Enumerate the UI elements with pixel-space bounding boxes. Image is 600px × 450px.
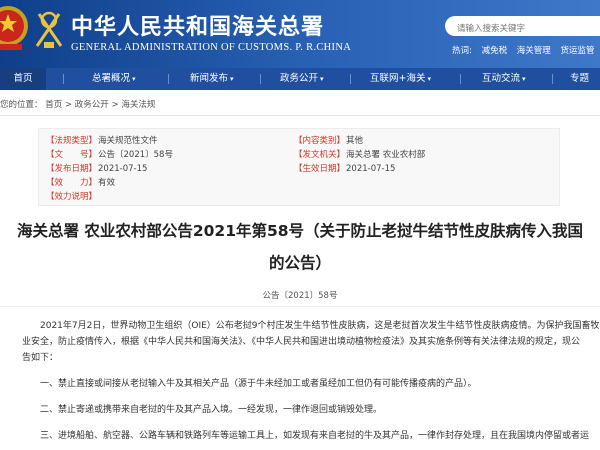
meta-key: 【生效日期】: [294, 164, 346, 174]
nav-divider: [168, 74, 169, 84]
article-item: 三、进境船舶、航空器、公路车辆和铁路列车等运输工具上，如发现有来自老挝的牛及其产…: [40, 431, 590, 441]
nav-item-label: 政务公开: [280, 73, 319, 84]
site-header: 中华人民共和国海关总署 GENERAL ADMINISTRATION OF CU…: [0, 0, 600, 68]
breadcrumb-link-gov-affairs[interactable]: 政务公开: [75, 100, 109, 110]
nav-item-label: 新闻发布: [190, 73, 229, 84]
meta-key: 【效力说明】: [46, 192, 98, 202]
nav-item-interaction[interactable]: 互动交流 ▾: [482, 68, 526, 90]
chevron-down-icon: ▾: [230, 75, 234, 83]
hot-word-link[interactable]: 货运监管: [561, 46, 595, 56]
hot-word-link[interactable]: 海关管理: [517, 46, 551, 56]
national-emblem-icon: [0, 6, 28, 50]
breadcrumb: 您的位置： 首页 > 政务公开 > 海关法规: [0, 98, 155, 110]
nav-item-home[interactable]: 首页: [0, 68, 46, 90]
meta-key: 【发布日期】: [46, 164, 98, 174]
meta-row: 【文 号】公告〔2021〕58号: [46, 148, 173, 160]
nav-item-label: 总署概况: [92, 73, 131, 84]
article-item: 一、禁止直接或间接从老挝输入牛及其相关产品（源于牛未经加工或者虽经加工但仍有可能…: [40, 379, 477, 389]
nav-divider: [460, 74, 461, 84]
nav-item-gov-affairs[interactable]: 政务公开 ▾: [280, 68, 324, 90]
chevron-down-icon: ▾: [522, 75, 526, 83]
customs-key-logo-icon: [35, 11, 63, 48]
meta-row: 【效 力】有效: [46, 176, 115, 188]
meta-key: 【发文机关】: [294, 150, 346, 160]
breadcrumb-separator: >: [111, 100, 119, 110]
meta-value: 2021-07-15: [346, 164, 396, 174]
chevron-down-icon: ▾: [132, 75, 136, 83]
paragraph-line: 2021年7月2日，世界动物卫生组织（OIE）公布老挝9个村庄发生牛结节性皮肤病…: [40, 321, 600, 331]
meta-row: 【效力说明】: [46, 190, 98, 202]
article-item: 二、禁止寄递或携带来自老挝的牛及其产品入境。一经发现，一律作退回或销毁处理。: [40, 405, 383, 415]
meta-row: 【法规类型】海关规范性文件: [46, 134, 158, 146]
chevron-down-icon: ▾: [320, 75, 324, 83]
meta-key: 【内容类别】: [294, 136, 346, 146]
nav-item-overview[interactable]: 总署概况 ▾: [92, 68, 136, 90]
breadcrumb-prefix: 您的位置：: [0, 100, 43, 110]
nav-divider: [552, 74, 553, 84]
meta-row: 【生效日期】2021-07-15: [294, 162, 395, 174]
meta-row: 【发布日期】2021-07-15: [46, 162, 147, 174]
meta-value: 海关总署 农业农村部: [346, 150, 426, 160]
nav-item-label: 互动交流: [482, 73, 521, 84]
nav-item-internet-plus[interactable]: 互联网+海关 ▾: [370, 68, 431, 90]
nav-divider: [63, 74, 64, 84]
nav-divider: [260, 74, 261, 84]
meta-value: 公告〔2021〕58号: [98, 150, 173, 160]
meta-key: 【文 号】: [46, 150, 98, 160]
main-nav: 首页 总署概况 ▾ 新闻发布 ▾ 政务公开 ▾ 互联网+海关 ▾ 互动交流 ▾ 专题: [0, 68, 600, 90]
paragraph-line: 业安全，防止疫情传入，根据《中华人民共和国海关法》、《中华人民共和国进出境动植物…: [22, 337, 581, 347]
paragraph-line: 告如下：: [22, 353, 59, 363]
meta-key: 【效 力】: [46, 178, 98, 188]
article-title: 海关总署 农业农村部公告2021年第58号（关于防止老挝牛结节性皮肤病传入我国 …: [0, 218, 600, 276]
breadcrumb-divider: [0, 115, 600, 116]
breadcrumb-link-regulations[interactable]: 海关法规: [121, 100, 155, 110]
nav-item-label: 专题: [570, 73, 590, 84]
site-title-en: GENERAL ADMINISTRATION OF CUSTOMS. P. R.…: [71, 42, 352, 53]
regulation-meta-box: 【法规类型】海关规范性文件 【内容类别】其他 【文 号】公告〔2021〕58号 …: [38, 128, 560, 206]
hot-word-link[interactable]: 减免税: [482, 46, 508, 56]
nav-item-label: 首页: [13, 73, 33, 84]
site-title: 中华人民共和国海关总署: [71, 14, 325, 40]
article-doc-number: 公告〔2021〕58号: [262, 291, 338, 301]
hot-words-label: 热词:: [452, 46, 472, 56]
article-divider: [0, 306, 600, 307]
nav-divider: [350, 74, 351, 84]
breadcrumb-separator: >: [64, 100, 73, 110]
article-title-line: 海关总署 农业农村部公告2021年第58号（关于防止老挝牛结节性皮肤病传入我国: [16, 222, 584, 240]
meta-key: 【法规类型】: [46, 136, 98, 146]
meta-row: 【发文机关】海关总署 农业农村部: [294, 148, 425, 160]
article-paragraph: 2021年7月2日，世界动物卫生组织（OIE）公布老挝9个村庄发生牛结节性皮肤病…: [22, 318, 600, 366]
nav-item-label: 互联网+海关: [370, 73, 426, 84]
search-input[interactable]: [445, 19, 597, 39]
meta-value: 有效: [98, 178, 116, 188]
nav-item-news[interactable]: 新闻发布 ▾: [190, 68, 234, 90]
meta-value: 海关规范性文件: [98, 136, 158, 146]
nav-item-topics[interactable]: 专题: [570, 68, 589, 90]
breadcrumb-link-home[interactable]: 首页: [45, 100, 62, 110]
chevron-down-icon: ▾: [427, 75, 431, 83]
search-box: [445, 16, 600, 39]
meta-row: 【内容类别】其他: [294, 134, 363, 146]
article-title-line: 的公告）: [268, 254, 331, 272]
hot-words: 热词: 减免税 海关管理 货运监管 统计: [452, 44, 600, 56]
meta-value: 2021-07-15: [98, 164, 148, 174]
meta-value: 其他: [346, 136, 364, 146]
